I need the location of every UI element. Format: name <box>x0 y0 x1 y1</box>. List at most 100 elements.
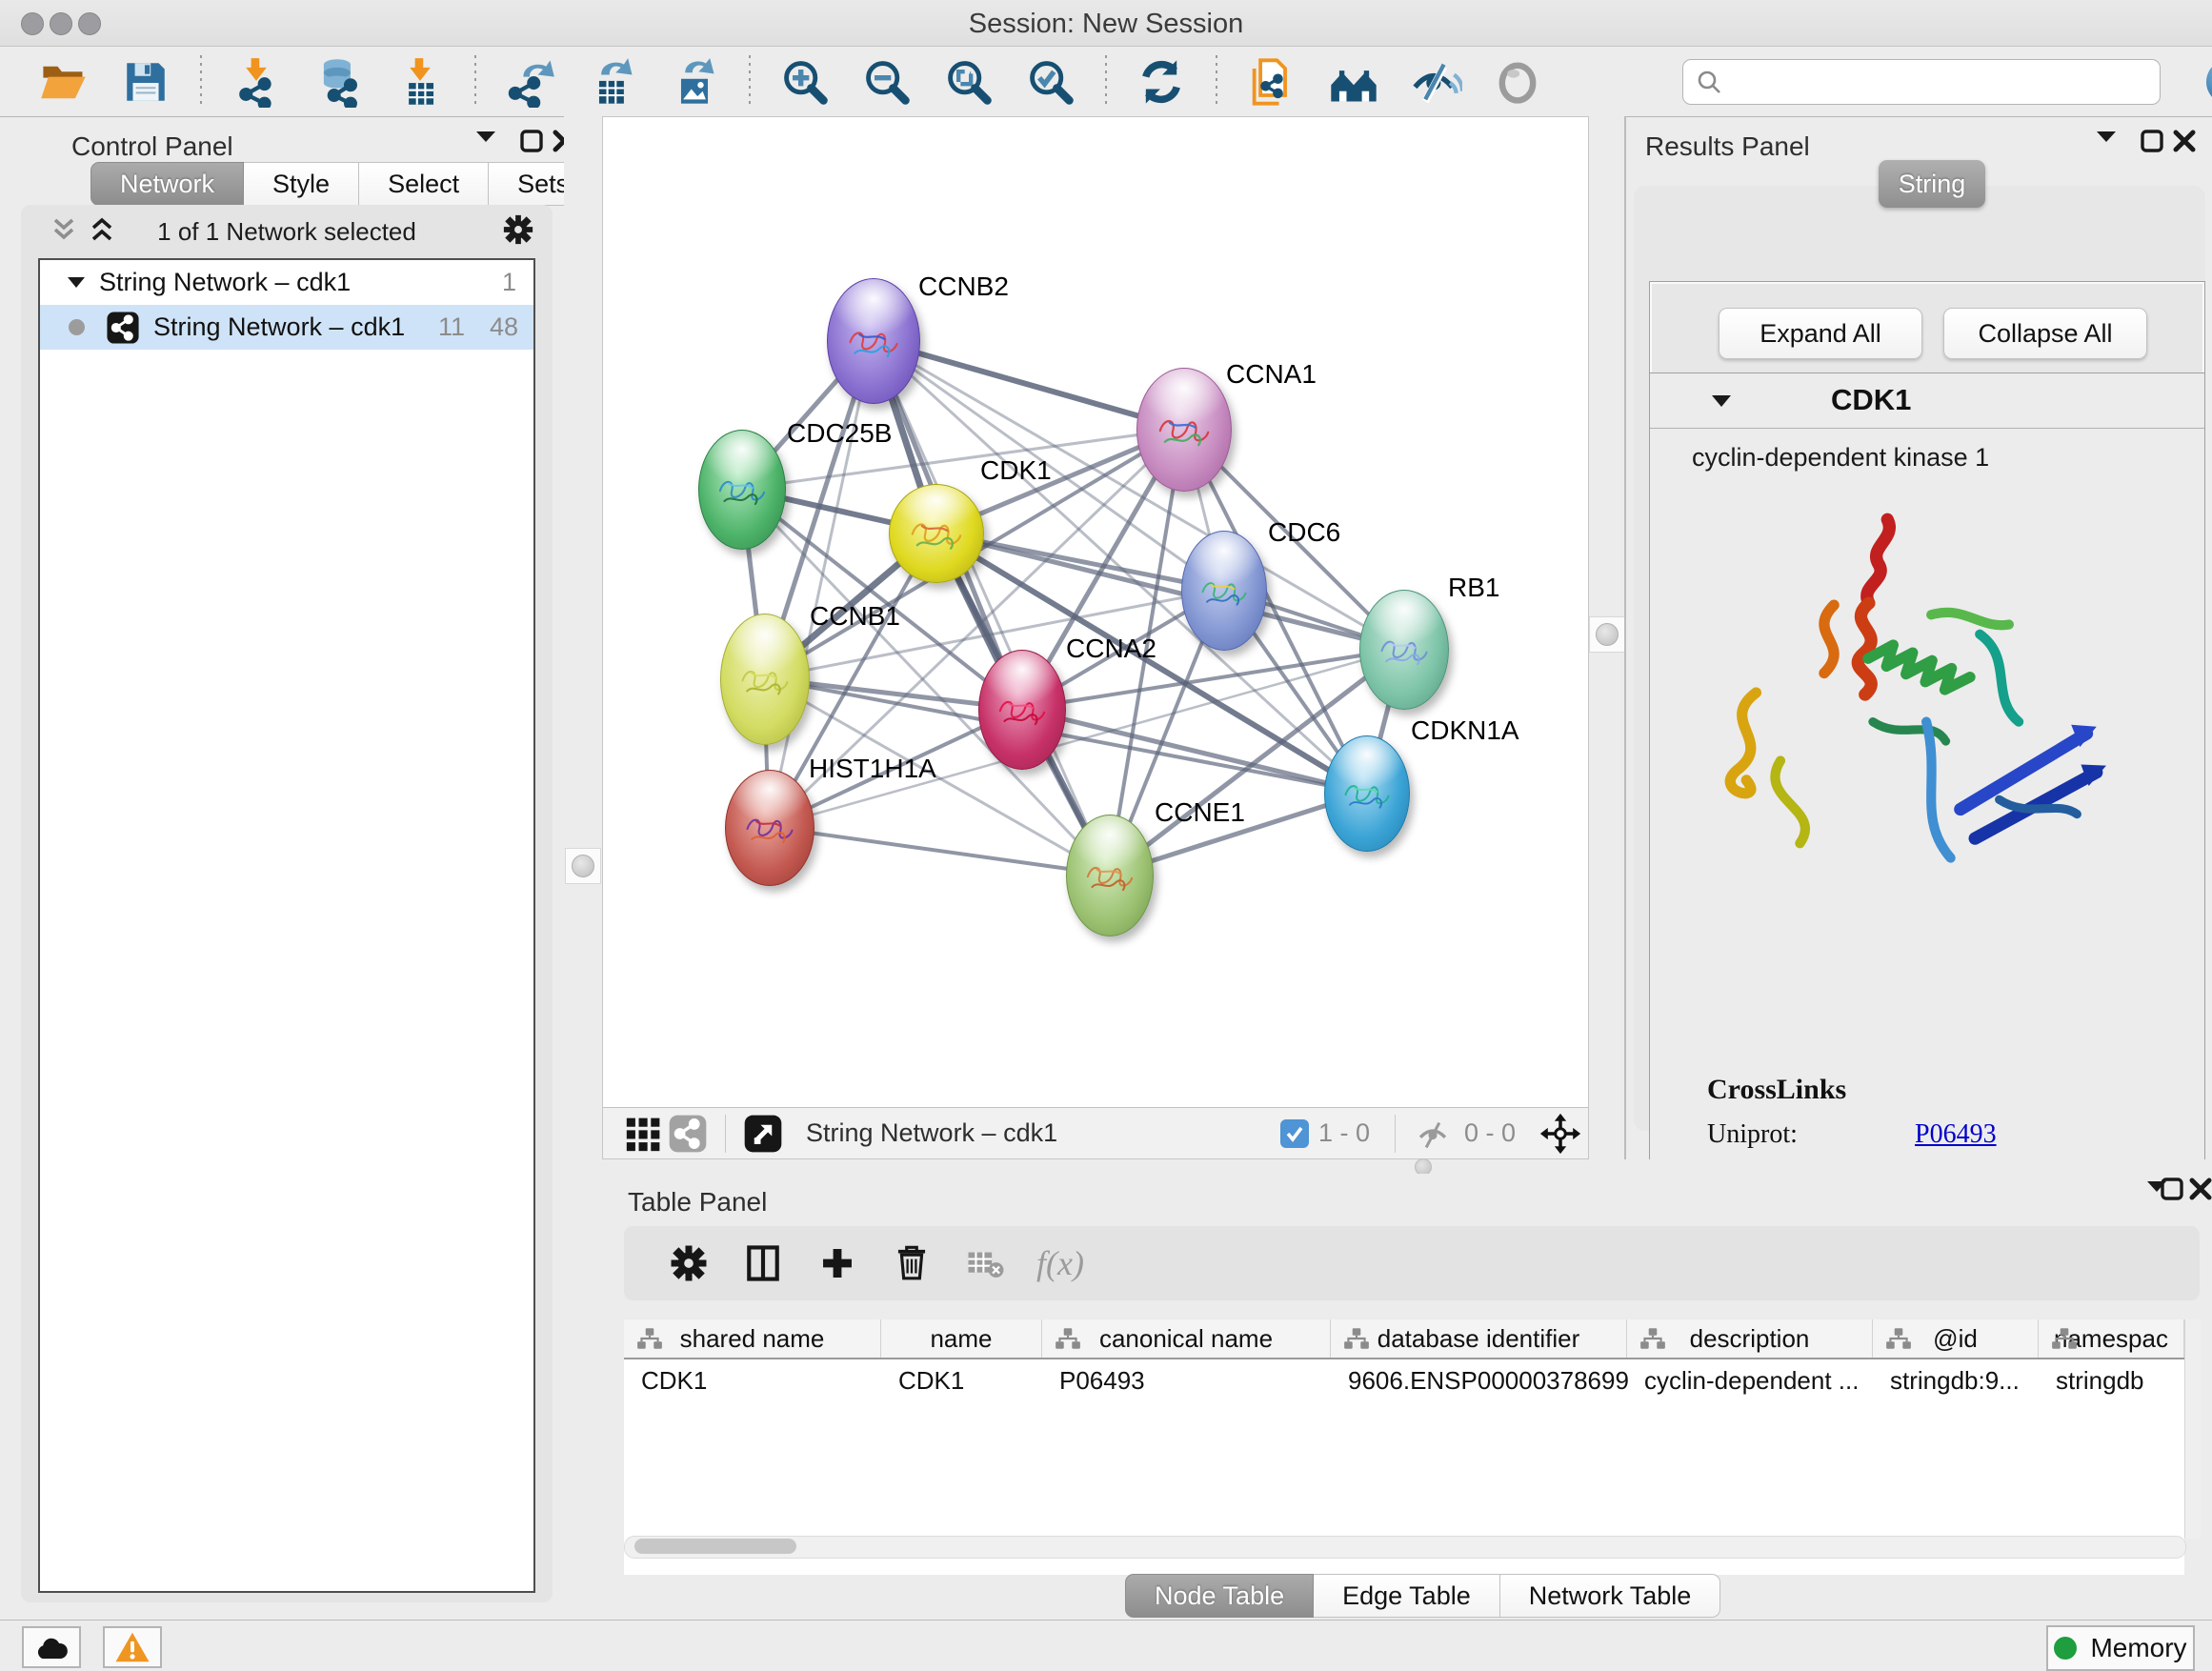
network-edge[interactable] <box>769 827 1109 875</box>
network-node-ccna1[interactable] <box>1136 368 1232 492</box>
import-table-file-button[interactable] <box>391 53 450 111</box>
splitter-handle[interactable] <box>1589 616 1625 653</box>
column-header-name[interactable]: name <box>881 1319 1042 1358</box>
results-panel-menu-button[interactable] <box>2095 130 2118 145</box>
tab-string[interactable]: String <box>1879 160 1985 208</box>
import-network-database-button[interactable] <box>309 53 368 111</box>
left-panel-splitter[interactable] <box>564 116 602 1608</box>
zoom-out-button[interactable] <box>857 53 916 111</box>
right-panel-splitter[interactable] <box>1589 116 1624 1159</box>
network-edges <box>603 117 1588 1108</box>
hide-selected-button[interactable] <box>1406 53 1465 111</box>
cloud-status-button[interactable] <box>22 1626 81 1668</box>
table-panel-close-button[interactable] <box>2189 1178 2212 1200</box>
tab-node-table[interactable]: Node Table <box>1125 1574 1314 1618</box>
crosslink-label: Uniprot: <box>1707 1119 1915 1150</box>
table-cell[interactable]: 9606.ENSP00000378699 <box>1331 1359 1627 1401</box>
pan-mode-button[interactable] <box>1538 1113 1582 1155</box>
tab-style[interactable]: Style <box>244 162 359 206</box>
expand-all-button[interactable]: Expand All <box>1719 308 1922 359</box>
show-all-button[interactable] <box>1488 53 1547 111</box>
table-cell[interactable]: P06493 <box>1042 1359 1331 1401</box>
network-node-rb1[interactable] <box>1359 590 1449 710</box>
collapse-all-button[interactable]: Collapse All <box>1943 308 2147 359</box>
zoom-in-button[interactable] <box>775 53 835 111</box>
network-node-hist1h1a[interactable] <box>725 770 814 886</box>
gear-icon <box>668 1242 710 1284</box>
open-session-button[interactable] <box>34 53 93 111</box>
warnings-button[interactable] <box>103 1626 162 1668</box>
network-node-ccna2[interactable] <box>978 650 1066 770</box>
network-node-cdc6[interactable] <box>1181 531 1267 651</box>
network-edge[interactable] <box>873 340 1109 875</box>
memory-button[interactable]: Memory <box>2046 1625 2195 1671</box>
network-collection-row[interactable]: String Network – cdk1 1 <box>40 260 533 305</box>
expand-all-tree-button[interactable] <box>88 215 116 249</box>
table-cell[interactable]: cyclin-dependent ... <box>1627 1359 1873 1401</box>
network-node-ccne1[interactable] <box>1066 815 1154 936</box>
apply-layout-button[interactable] <box>1132 53 1191 111</box>
column-header-id[interactable]: @id <box>1873 1319 2039 1358</box>
column-header-description[interactable]: description <box>1627 1319 1873 1358</box>
node-label-cdc25b: CDC25B <box>787 418 892 449</box>
column-header-namespac[interactable]: namespac <box>2039 1319 2184 1358</box>
birds-eye-view-button[interactable] <box>741 1113 785 1155</box>
tab-select[interactable]: Select <box>359 162 489 206</box>
import-network-file-button[interactable] <box>227 53 286 111</box>
main-toolbar: ? <box>0 47 2212 117</box>
zoom-selected-button[interactable] <box>1021 53 1080 111</box>
table-row[interactable]: CDK1CDK1P064939606.ENSP00000378699cyclin… <box>624 1359 2184 1401</box>
control-panel-menu-button[interactable] <box>474 130 497 145</box>
table-panel-float-button[interactable] <box>2161 1178 2183 1200</box>
table-cell[interactable]: CDK1 <box>624 1359 881 1401</box>
add-column-button[interactable] <box>811 1237 864 1290</box>
results-panel-float-button[interactable] <box>2141 130 2163 152</box>
column-header-canonical-name[interactable]: canonical name <box>1042 1319 1331 1358</box>
network-node-ccnb1[interactable] <box>720 614 810 745</box>
selected-checkbox[interactable] <box>1280 1119 1309 1148</box>
delete-table-button[interactable] <box>959 1237 1013 1290</box>
column-header-shared-name[interactable]: shared name <box>624 1319 881 1358</box>
network-list-options-button[interactable] <box>501 212 535 252</box>
node-result-header[interactable]: CDK1 <box>1650 373 2204 429</box>
show-columns-button[interactable] <box>736 1237 790 1290</box>
network-node-cdkn1a[interactable] <box>1324 735 1410 852</box>
network-node-ccnb2[interactable] <box>827 278 920 404</box>
tab-network[interactable]: Network <box>90 162 244 206</box>
crosslink-link[interactable]: P06493 <box>1915 1119 1997 1150</box>
grid-view-button[interactable] <box>622 1113 666 1155</box>
table-panel-splitter[interactable] <box>602 1159 2212 1174</box>
splitter-handle[interactable] <box>1415 1158 1432 1176</box>
save-session-button[interactable] <box>116 53 175 111</box>
table-options-button[interactable] <box>662 1237 715 1290</box>
help-button[interactable]: ? <box>2206 59 2212 105</box>
scrollbar-thumb[interactable] <box>634 1539 796 1554</box>
export-image-button[interactable] <box>665 53 724 111</box>
collapse-all-tree-button[interactable] <box>50 215 78 249</box>
table-horizontal-scrollbar[interactable] <box>624 1536 2186 1559</box>
column-header-database-identifier[interactable]: database identifier <box>1331 1319 1627 1358</box>
table-cell[interactable]: stringdb <box>2039 1359 2184 1401</box>
table-cell[interactable]: stringdb:9... <box>1873 1359 2039 1401</box>
table-cell[interactable]: CDK1 <box>881 1359 1042 1401</box>
tab-edge-table[interactable]: Edge Table <box>1314 1574 1500 1618</box>
delete-column-button[interactable] <box>885 1237 938 1290</box>
results-panel-close-button[interactable] <box>2173 130 2196 152</box>
export-network-button[interactable] <box>501 53 560 111</box>
clone-network-button[interactable] <box>1242 53 1301 111</box>
network-view-string-button[interactable] <box>666 1113 710 1155</box>
network-canvas[interactable]: CCNB2CCNA1CDC25BCDK1CDC6RB1CCNB1CCNA2CDK… <box>603 117 1588 1108</box>
export-table-button[interactable] <box>583 53 642 111</box>
network-node-cdk1[interactable] <box>889 484 984 583</box>
control-panel-float-button[interactable] <box>520 130 543 152</box>
network-row[interactable]: String Network – cdk1 11 48 <box>40 305 533 350</box>
node-result-description: cyclin-dependent kinase 1 <box>1692 443 1989 473</box>
search-input[interactable] <box>1682 59 2161 105</box>
function-builder-button[interactable]: f(x) <box>1034 1237 1087 1290</box>
table-vertical-scrollbar[interactable] <box>2184 1319 2201 1539</box>
first-neighbors-button[interactable] <box>1324 53 1383 111</box>
network-node-cdc25b[interactable] <box>698 430 786 550</box>
splitter-handle[interactable] <box>565 848 601 884</box>
zoom-fit-button[interactable] <box>939 53 998 111</box>
tab-network-table[interactable]: Network Table <box>1500 1574 1721 1618</box>
